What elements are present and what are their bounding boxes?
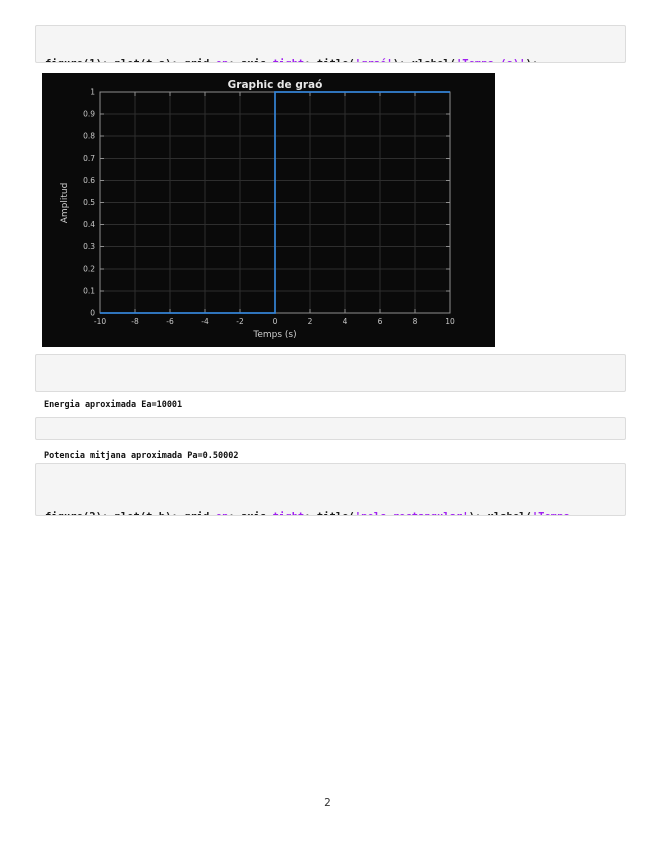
y-tick-label: 0.1	[83, 286, 95, 295]
code-cell-disp-potencia: disp(['Potencia mitjana aproximada Pa=',…	[35, 417, 626, 440]
code-token: figure(2); plot(t,b); grid	[45, 511, 216, 515]
y-axis-label: Amplitud	[60, 183, 70, 224]
chart-title: Graphic de graó	[228, 79, 323, 91]
x-tick-label: 10	[445, 317, 455, 326]
x-tick-label: 6	[378, 317, 383, 326]
code-cell-figure2: figure(2); plot(t,b); grid on; axis tigh…	[35, 463, 626, 516]
x-tick-label: -2	[236, 317, 244, 326]
step-plot-canvas: Graphic de graó Temps (s) Amplitud -10 -8…	[60, 79, 455, 340]
page-number: 2	[324, 797, 331, 809]
code-token: 'graó'	[355, 58, 393, 62]
code-token: 'Temps (s)'	[456, 58, 526, 62]
code-token: on	[216, 58, 229, 62]
code-cell-figure1: figure(1); plot(t,a); grid on; axis tigh…	[35, 25, 626, 63]
code-token: figure(1); plot(t,a); grid	[45, 58, 216, 62]
console-output-potencia: Potencia mitjana aproximada Pa=0.50002	[44, 451, 239, 461]
y-tick-label: 0.4	[83, 220, 95, 229]
x-tick-label: 4	[343, 317, 348, 326]
code-token: tight	[273, 58, 305, 62]
x-tick-label: -4	[201, 317, 209, 326]
code-token: ); xlabel(	[393, 58, 456, 62]
console-output-energia: Energia aproximada Ea=10001	[44, 400, 183, 410]
y-tick-label: 1	[90, 88, 95, 97]
code-line: figure(2); plot(t,b); grid on; axis tigh…	[45, 511, 616, 515]
document-page: figure(1); plot(t,a); grid on; axis tigh…	[0, 0, 655, 848]
y-tick-label: 0.8	[83, 132, 95, 141]
y-tick-label: 0	[90, 309, 95, 318]
code-token: 'Temps	[532, 511, 570, 515]
code-token: ; title(	[304, 58, 355, 62]
code-token: on	[216, 511, 229, 515]
x-tick-label: -10	[94, 317, 106, 326]
y-tick-label: 0.6	[83, 176, 95, 185]
code-cell-disp-energia: disp(['Energia aproximada Ea=',num2str(E…	[35, 354, 626, 392]
code-token: ; axis	[228, 58, 272, 62]
code-token: ; title(	[304, 511, 355, 515]
y-tick-label: 0.3	[83, 242, 95, 251]
x-tick-label: 0	[273, 317, 278, 326]
x-tick-label: -6	[166, 317, 174, 326]
x-axis-label: Temps (s)	[252, 330, 296, 340]
y-tick-label: 0.5	[83, 198, 95, 207]
x-tick-label: 8	[413, 317, 418, 326]
code-line: figure(1); plot(t,a); grid on; axis tigh…	[45, 58, 616, 62]
y-tick-label: 0.2	[83, 264, 95, 273]
code-token: tight	[273, 511, 305, 515]
code-token: ); xlabel(	[469, 511, 532, 515]
y-tick-label: 0.7	[83, 154, 95, 163]
code-token: ; axis	[228, 511, 272, 515]
code-token: );	[526, 58, 539, 62]
y-tick-label: 0.9	[83, 110, 95, 119]
x-tick-label: 2	[308, 317, 313, 326]
x-tick-label: -8	[131, 317, 139, 326]
figure-step-plot: Graphic de graó Temps (s) Amplitud -10 -8…	[42, 73, 495, 347]
code-token: 'pols rectangular'	[355, 511, 469, 515]
